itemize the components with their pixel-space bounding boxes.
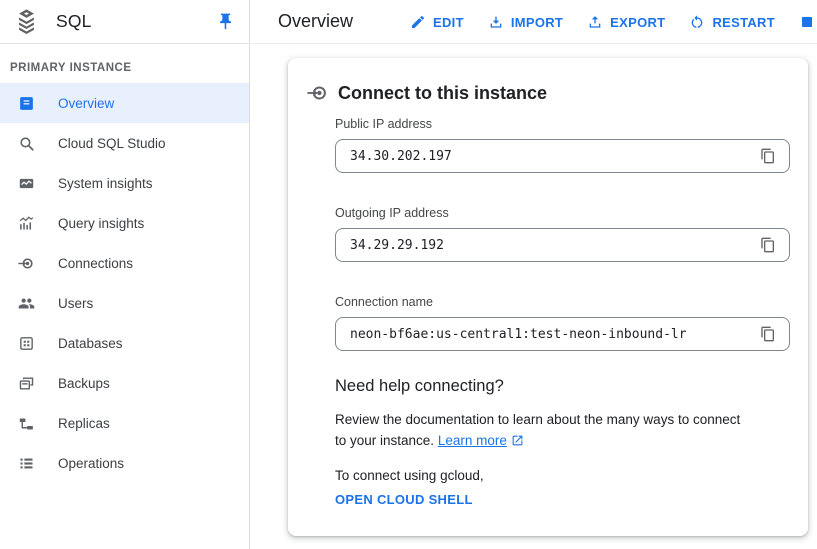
field-outgoing-ip: Outgoing IP address 34.29.29.192	[335, 206, 790, 262]
open-in-new-icon	[511, 434, 524, 447]
main-area: Overview EDIT IMPORT EXPORT	[251, 0, 817, 549]
sidebar-section-label: PRIMARY INSTANCE	[10, 62, 239, 74]
sidebar-item-label: Backups	[58, 376, 110, 391]
connect-icon	[307, 82, 329, 104]
topbar: Overview EDIT IMPORT EXPORT	[251, 0, 817, 44]
help-body-text: Review the documentation to learn about …	[335, 412, 740, 448]
edit-button-label: EDIT	[433, 15, 464, 30]
sidebar-item-connections[interactable]: Connections	[0, 243, 249, 283]
sidebar-item-label: Cloud SQL Studio	[58, 136, 166, 151]
restart-button-label: RESTART	[712, 15, 775, 30]
learn-more-link[interactable]: Learn more	[438, 433, 507, 448]
sidebar-item-label: Replicas	[58, 416, 110, 431]
sidebar-item-label: Connections	[58, 256, 133, 271]
overview-icon	[18, 95, 35, 112]
sidebar-item-label: Databases	[58, 336, 123, 351]
sidebar: SQL PRIMARY INSTANCE Overview Cloud SQL …	[0, 0, 250, 549]
import-button-label: IMPORT	[511, 15, 563, 30]
help-body: Review the documentation to learn about …	[335, 409, 750, 451]
sidebar-item-query-insights[interactable]: Query insights	[0, 203, 249, 243]
users-icon	[18, 295, 35, 312]
app-title: SQL	[56, 11, 215, 32]
copy-icon	[760, 326, 776, 342]
connection-name-value: neon-bf6ae:us-central1:test-neon-inbound…	[350, 327, 755, 342]
sidebar-item-label: Query insights	[58, 216, 144, 231]
help-section: Need help connecting? Review the documen…	[335, 377, 790, 509]
import-icon	[488, 14, 504, 30]
outgoing-ip-label: Outgoing IP address	[335, 206, 790, 220]
sidebar-header: SQL	[0, 0, 249, 44]
export-button-label: EXPORT	[610, 15, 665, 30]
field-public-ip: Public IP address 34.30.202.197	[335, 117, 790, 173]
gcloud-text: To connect using gcloud,	[335, 468, 750, 483]
sidebar-item-cloud-sql-studio[interactable]: Cloud SQL Studio	[0, 123, 249, 163]
connect-card: Connect to this instance Public IP addre…	[288, 58, 808, 536]
connections-icon	[18, 255, 35, 272]
edit-button[interactable]: EDIT	[410, 14, 464, 30]
connection-name-field[interactable]: neon-bf6ae:us-central1:test-neon-inbound…	[335, 317, 790, 351]
system-insights-icon	[18, 175, 35, 192]
sidebar-item-label: Operations	[58, 456, 124, 471]
sidebar-item-backups[interactable]: Backups	[0, 363, 249, 403]
pin-icon	[216, 12, 235, 31]
copy-public-ip-button[interactable]	[755, 143, 781, 169]
topbar-actions: EDIT IMPORT EXPORT RESTAR	[410, 0, 817, 44]
public-ip-label: Public IP address	[335, 117, 790, 131]
cloud-sql-logo-icon	[13, 8, 40, 35]
pin-button[interactable]	[215, 12, 235, 32]
export-icon	[587, 14, 603, 30]
sidebar-item-databases[interactable]: Databases	[0, 323, 249, 363]
help-title: Need help connecting?	[335, 377, 750, 396]
sidebar-item-overview[interactable]: Overview	[0, 83, 249, 123]
connect-card-body: Public IP address 34.30.202.197 Outgoing…	[288, 117, 808, 509]
sidebar-item-label: Users	[58, 296, 93, 311]
sidebar-item-users[interactable]: Users	[0, 283, 249, 323]
databases-icon	[18, 335, 35, 352]
restart-icon	[689, 14, 705, 30]
import-button[interactable]: IMPORT	[488, 14, 563, 30]
connect-card-title: Connect to this instance	[338, 83, 547, 104]
sidebar-item-label: System insights	[58, 176, 153, 191]
copy-outgoing-ip-button[interactable]	[755, 232, 781, 258]
export-button[interactable]: EXPORT	[587, 14, 665, 30]
connect-card-header: Connect to this instance	[288, 58, 808, 104]
public-ip-field[interactable]: 34.30.202.197	[335, 139, 790, 173]
open-cloud-shell-link[interactable]: OPEN CLOUD SHELL	[335, 492, 473, 507]
copy-connection-name-button[interactable]	[755, 321, 781, 347]
outgoing-ip-value: 34.29.29.192	[350, 238, 755, 253]
public-ip-value: 34.30.202.197	[350, 149, 755, 164]
search-icon	[18, 135, 35, 152]
page-title: Overview	[278, 11, 353, 32]
query-insights-icon	[18, 215, 35, 232]
stop-icon	[799, 14, 815, 30]
connection-name-label: Connection name	[335, 295, 790, 309]
sidebar-item-operations[interactable]: Operations	[0, 443, 249, 483]
operations-icon	[18, 455, 35, 472]
copy-icon	[760, 237, 776, 253]
stop-button[interactable]: STOP	[799, 14, 817, 30]
sidebar-nav: Overview Cloud SQL Studio System insight…	[0, 83, 249, 483]
pencil-icon	[410, 14, 426, 30]
sidebar-item-system-insights[interactable]: System insights	[0, 163, 249, 203]
backups-icon	[18, 375, 35, 392]
sidebar-item-replicas[interactable]: Replicas	[0, 403, 249, 443]
copy-icon	[760, 148, 776, 164]
restart-button[interactable]: RESTART	[689, 14, 775, 30]
replicas-icon	[18, 415, 35, 432]
field-connection-name: Connection name neon-bf6ae:us-central1:t…	[335, 295, 790, 351]
outgoing-ip-field[interactable]: 34.29.29.192	[335, 228, 790, 262]
sidebar-item-label: Overview	[58, 96, 114, 111]
